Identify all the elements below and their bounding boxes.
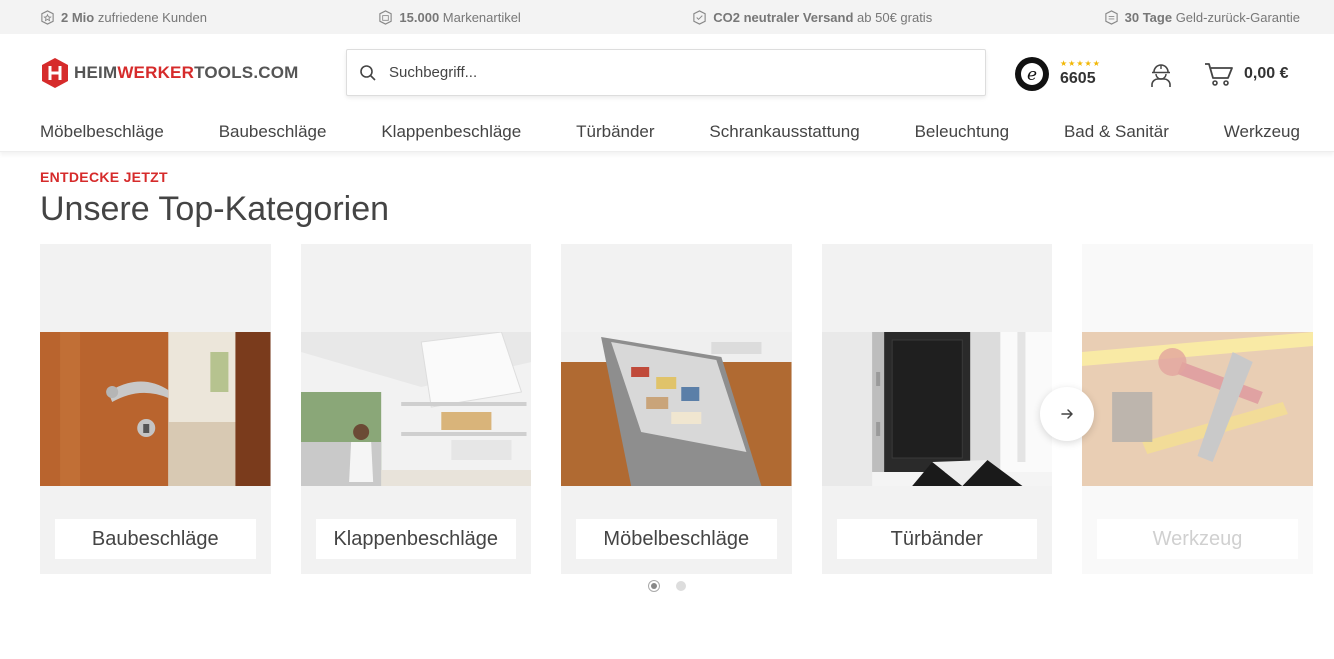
nav-item-tuerbaender[interactable]: Türbänder — [576, 122, 654, 142]
usp-bar: 2 Mio zufriedene Kunden 15.000 Markenart… — [0, 0, 1334, 34]
usp-guarantee: 30 Tage Geld-zurück-Garantie — [1104, 10, 1300, 25]
trusted-shops-seal-icon: e — [1015, 57, 1049, 91]
logo[interactable]: HEIMWERKERTOOLS.COM — [40, 57, 346, 89]
cart-icon[interactable] — [1204, 61, 1234, 87]
category-card-baubeschlaege[interactable]: Baubeschläge — [40, 244, 271, 574]
review-count: 6605 — [1060, 70, 1096, 87]
usp-products: 15.000 Markenartikel — [378, 9, 521, 25]
logo-hexagon-icon — [42, 58, 68, 88]
carousel-dot-2[interactable] — [676, 581, 686, 591]
svg-text:e: e — [1027, 65, 1037, 85]
nav-item-baubeschlaege[interactable]: Baubeschläge — [219, 122, 327, 142]
cart-total: 0,00 € — [1244, 65, 1289, 82]
category-card-werkzeug[interactable]: Werkzeug — [1082, 244, 1313, 574]
category-carousel: Baubeschläge Klappenbeschläge Möbelbesch… — [40, 244, 1334, 574]
header: HEIMWERKERTOOLS.COM e ★★★★★ 6605 — [0, 34, 1334, 112]
nav-item-klappenbeschlaege[interactable]: Klappenbeschläge — [381, 122, 521, 142]
main-navigation: Möbelbeschläge Baubeschläge Klappenbesch… — [0, 112, 1334, 152]
shipping-badge-icon — [692, 9, 707, 25]
carousel-dot-1[interactable] — [648, 580, 660, 592]
usp-shipping: CO2 neutraler Versand ab 50€ gratis — [692, 10, 932, 25]
box-badge-icon — [378, 9, 393, 25]
nav-item-schrankausstattung[interactable]: Schrankausstattung — [709, 122, 859, 142]
carousel-pagination — [40, 580, 1294, 592]
account-icon[interactable] — [1148, 62, 1174, 88]
arrow-right-icon — [1061, 409, 1073, 419]
category-label: Klappenbeschläge — [315, 519, 516, 559]
nav-item-werkzeug[interactable]: Werkzeug — [1224, 122, 1300, 142]
rating-stars: ★★★★★ — [1060, 59, 1101, 68]
category-image-klappenbeschlaege — [300, 332, 531, 486]
star-badge-icon — [40, 9, 55, 25]
search-icon[interactable] — [359, 64, 377, 82]
category-image-tuerbaender — [821, 332, 1052, 486]
category-card-klappenbeschlaege[interactable]: Klappenbeschläge — [300, 244, 531, 574]
logo-text: HEIMWERKERTOOLS.COM — [74, 63, 299, 82]
carousel-next-button[interactable] — [1040, 387, 1094, 441]
usp-customers: 2 Mio zufriedene Kunden — [40, 10, 207, 25]
category-image-baubeschlaege — [40, 332, 271, 486]
top-categories-section: ENTDECKE JETZT Unsere Top-Kategorien Bau… — [0, 169, 1334, 592]
category-label: Werkzeug — [1097, 519, 1298, 559]
cart[interactable]: 0,00 € — [1204, 61, 1288, 87]
nav-item-bad-sanitaer[interactable]: Bad & Sanitär — [1064, 122, 1169, 142]
category-label: Baubeschläge — [55, 519, 256, 559]
search-input[interactable] — [389, 64, 949, 81]
nav-item-beleuchtung[interactable]: Beleuchtung — [915, 122, 1010, 142]
section-title: Unsere Top-Kategorien — [40, 190, 390, 228]
category-card-moebelbeschlaege[interactable]: Möbelbeschläge — [561, 244, 792, 574]
trusted-shops-badge[interactable]: e ★★★★★ 6605 — [1014, 56, 1101, 92]
category-label: Türbänder — [836, 519, 1037, 559]
search-box[interactable] — [346, 49, 986, 96]
category-image-werkzeug — [1082, 332, 1313, 486]
money-back-badge-icon — [1104, 9, 1119, 25]
section-eyebrow: ENTDECKE JETZT — [40, 169, 168, 185]
category-card-tuerbaender[interactable]: Türbänder — [821, 244, 1052, 574]
category-label: Möbelbeschläge — [576, 519, 777, 559]
category-image-moebelbeschlaege — [561, 332, 792, 486]
nav-item-moebelbeschlaege[interactable]: Möbelbeschläge — [40, 122, 164, 142]
